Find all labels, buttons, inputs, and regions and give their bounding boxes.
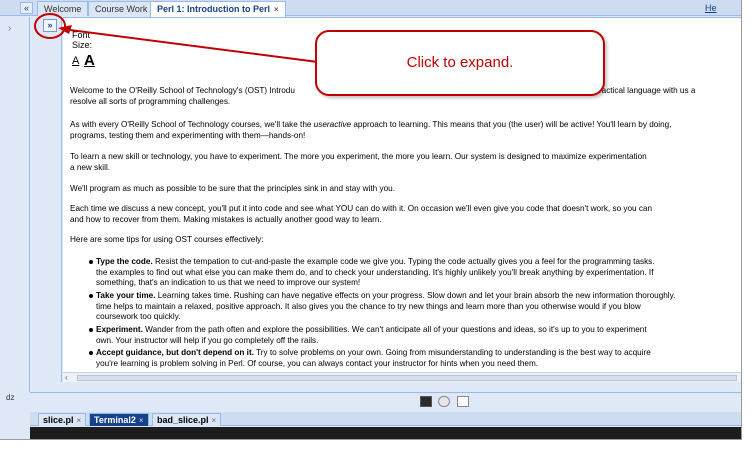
list-item: Accept guidance, but don't depend on it.… — [96, 348, 736, 369]
intro-line-start: Welcome to the O'Reilly School of Techno… — [70, 86, 295, 95]
tip-heading: Experiment. — [96, 325, 143, 334]
program-paragraph: We'll program as much as possible to be … — [70, 184, 740, 195]
paragraph-line: To learn a new skill or technology, you … — [70, 152, 647, 161]
tab-label: Course Work — [95, 4, 148, 14]
tip-line: own. Your instructor will help if you go… — [96, 335, 319, 345]
scroll-left-icon[interactable]: ‹ — [65, 373, 68, 382]
tip-text: Try to solve problems on your own. Going… — [253, 348, 651, 357]
paragraph-line: a new skill. — [70, 162, 111, 172]
paragraph-line: and how to recover from them. Making mis… — [70, 214, 382, 224]
tab-bad-slice-pl[interactable]: bad_slice.pl × — [152, 413, 222, 426]
tips-list: Type the code. Resist the tempation to c… — [96, 257, 736, 369]
paragraph-line: resolve all sorts of programming challen… — [70, 96, 231, 106]
tip-text: Resist the tempation to cut-and-paste th… — [152, 257, 655, 266]
chevron-right-icon[interactable]: › — [8, 23, 11, 34]
torn-edge-bottom — [0, 440, 750, 451]
tip-line: time helps to maintain a relaxed, positi… — [96, 301, 641, 311]
tip-text: Learning takes time. Rushing can have ne… — [155, 291, 676, 300]
paragraph-line: Here are some tips for using OST courses… — [70, 235, 264, 244]
close-tab-icon[interactable]: × — [212, 416, 217, 425]
intro-line-tail: s practical language with us a — [588, 86, 696, 95]
bullet-icon — [89, 260, 93, 264]
list-item: Take your time. Learning takes time. Rus… — [96, 291, 736, 323]
tab-welcome[interactable]: Welcome — [37, 1, 89, 16]
font-size-small-link[interactable]: A — [72, 55, 79, 67]
paragraph-line: We'll program as much as possible to be … — [70, 184, 395, 193]
useractive-paragraph: As with every O'Reilly School of Technol… — [70, 120, 740, 141]
bullet-icon — [89, 294, 93, 298]
course-outline-collapsed-panel — [40, 17, 62, 382]
scrollbar-thumb[interactable] — [77, 375, 737, 381]
tip-line: Experiment. Wander from the path often a… — [96, 325, 736, 336]
font-size-label: Font Size: — [72, 30, 92, 50]
tab-label: bad_slice.pl — [157, 415, 209, 425]
expand-panel-button[interactable]: » — [43, 19, 57, 32]
tip-line: coursework too quickly. — [96, 312, 181, 321]
tip-text: Wander from the path often and explore t… — [142, 325, 647, 334]
font-size-large-link[interactable]: A — [84, 52, 95, 69]
help-link[interactable]: He — [705, 3, 717, 13]
paragraph-line: As with every O'Reilly School of Technol… — [70, 120, 672, 129]
new-file-icon[interactable] — [457, 396, 469, 407]
close-tab-icon[interactable]: × — [139, 416, 144, 425]
terminal-panel[interactable] — [30, 427, 741, 439]
font-size-label-line: Size: — [72, 40, 93, 50]
bullet-icon — [89, 351, 93, 355]
tip-bullets — [89, 260, 93, 355]
tab-perl-1-introduction[interactable]: Perl 1: Introduction to Perl × — [150, 1, 286, 17]
tab-label: Perl 1: Introduction to Perl — [157, 4, 271, 14]
tab-course-work[interactable]: Course Work — [88, 1, 155, 16]
left-collapsed-panel: › — [0, 17, 30, 392]
tip-line: the examples to find out what else you c… — [96, 267, 654, 277]
tab-label: slice.pl — [43, 415, 74, 425]
concept-paragraph: Each time we discuss a new concept, you'… — [70, 204, 740, 225]
tip-line: Type the code. Resist the tempation to c… — [96, 257, 736, 268]
left-panel-fragment-text: dz — [6, 393, 15, 402]
tab-label: Welcome — [44, 4, 82, 14]
tab-slice-pl[interactable]: slice.pl × — [38, 413, 87, 426]
experiment-paragraph: To learn a new skill or technology, you … — [70, 152, 740, 173]
bullet-icon — [89, 328, 93, 332]
tip-heading: Accept guidance, but don't depend on it. — [96, 348, 254, 357]
tip-line: Take your time. Learning takes time. Rus… — [96, 291, 736, 302]
tips-intro-paragraph: Here are some tips for using OST courses… — [70, 235, 740, 246]
gear-icon[interactable] — [438, 396, 450, 407]
tab-label: Terminal2 — [94, 415, 136, 425]
bottom-toolbar — [30, 392, 741, 412]
tip-line: Accept guidance, but don't depend on it.… — [96, 348, 736, 359]
paragraph-line: Each time we discuss a new concept, you'… — [70, 204, 653, 213]
annotation-callout: Click to expand. — [315, 30, 605, 96]
callout-text: Click to expand. — [406, 54, 514, 71]
top-tab-bar: « Welcome Course Work Perl 1: Introducti… — [0, 0, 741, 17]
emphasis-text: useractive — [313, 120, 352, 129]
tip-line: you're learning is problem solving in Pe… — [96, 358, 539, 368]
horizontal-scrollbar[interactable]: ‹ — [63, 372, 741, 382]
terminal-icon[interactable] — [420, 396, 432, 407]
close-tab-icon[interactable]: × — [77, 416, 82, 425]
tip-line: something, that's an indication to us th… — [96, 278, 361, 287]
collapse-sidebar-button[interactable]: « — [20, 2, 33, 14]
list-item: Type the code. Resist the tempation to c… — [96, 257, 736, 289]
tip-heading: Type the code. — [96, 257, 153, 266]
torn-edge-right — [742, 0, 750, 451]
tab-terminal2[interactable]: Terminal2 × — [89, 413, 149, 426]
list-item: Experiment. Wander from the path often a… — [96, 325, 736, 346]
paragraph-line: programs, testing them and experimenting… — [70, 130, 306, 140]
close-tab-icon[interactable]: × — [274, 5, 279, 14]
tip-heading: Take your time. — [96, 291, 156, 300]
font-size-label-line: Font — [72, 30, 91, 40]
